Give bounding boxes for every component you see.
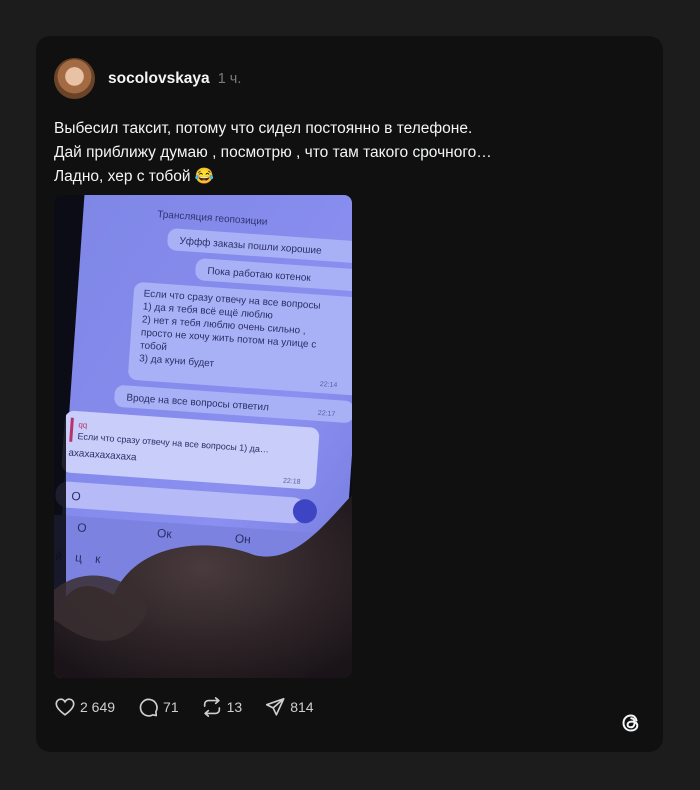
repost-button[interactable]: 13 (201, 696, 243, 718)
avatar[interactable] (54, 58, 95, 99)
share-icon (266, 697, 285, 716)
comment-button[interactable]: 71 (137, 696, 179, 718)
post-time[interactable]: 1 ч. (218, 71, 242, 87)
like-button[interactable]: 2 649 (54, 696, 115, 718)
post-card: socolovskaya 1 ч. Выбесил таксит, потому… (36, 36, 663, 752)
action-bar: 2 649 71 13 814 (54, 696, 336, 718)
keyboard-suggestion: Он (234, 531, 251, 546)
comment-icon (139, 698, 158, 717)
post-text: Выбесил таксит, потому что сидел постоян… (54, 117, 644, 189)
share-count: 814 (290, 699, 314, 715)
heart-icon (55, 698, 75, 716)
post-photo[interactable]: Трансляция геопозиции Уффф заказы пошли … (54, 195, 352, 678)
post-text-line: Дай приближу думаю , посмотрю , что там … (54, 144, 492, 161)
repost-count: 13 (226, 699, 243, 715)
keyboard-suggestion: О (77, 520, 87, 535)
like-count: 2 649 (80, 699, 116, 715)
repost-icon (203, 697, 220, 717)
chat-time: 22:14 (320, 381, 338, 389)
reply-quote-name: qq (78, 420, 88, 430)
chat-input-text: О (71, 489, 81, 504)
chat-screenshot-photo: Трансляция геопозиции Уффф заказы пошли … (54, 195, 352, 678)
keyboard-key: ц (75, 550, 83, 564)
chat-time: 22:17 (318, 410, 336, 418)
chat-message: тобой (140, 339, 168, 353)
keyboard-suggestion: Ок (157, 526, 173, 541)
share-button[interactable]: 814 (264, 696, 314, 718)
post-text-line: Ладно, хер с тобой 😂 (54, 168, 215, 185)
username[interactable]: socolovskaya (108, 70, 210, 88)
comment-count: 71 (163, 699, 179, 715)
post-header: socolovskaya 1 ч. (54, 58, 241, 99)
threads-logo-icon[interactable] (619, 711, 643, 735)
reply-time: 22:18 (283, 478, 301, 486)
post-text-line: Выбесил таксит, потому что сидел постоян… (54, 120, 473, 137)
